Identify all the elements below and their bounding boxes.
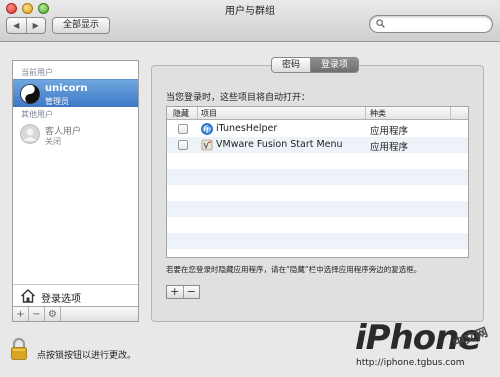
empty-row — [167, 185, 468, 201]
window-titlebar: 用户与群组 ◀ ▶ 全部显示 — [0, 0, 500, 42]
user-role: 管理员 — [45, 97, 69, 106]
hide-checkbox[interactable] — [178, 140, 188, 150]
column-kind[interactable]: 种类 — [370, 108, 386, 119]
hide-instructions: 若要在您登录时隐藏应用程序，请在“隐藏”栏中选择应用程序旁边的复选框。 — [166, 265, 422, 274]
forward-button[interactable]: ▶ — [25, 18, 46, 33]
gear-icon[interactable]: ⚙ — [45, 307, 61, 321]
lock-label: 点按锁按钮以进行更改。 — [37, 351, 137, 361]
column-item[interactable]: 项目 — [201, 108, 217, 119]
item-add-remove-group: + − — [166, 285, 200, 299]
remove-login-item-button[interactable]: − — [182, 286, 200, 298]
login-items-panel: 当您登录时，这些项目将自动打开： 隐藏 项目 种类 iTunesHelper 应… — [151, 65, 484, 322]
show-all-button[interactable]: 全部显示 — [52, 17, 110, 34]
tab-bar: 密码 登录项 — [271, 57, 360, 73]
column-divider — [365, 107, 366, 120]
user-name: unicorn — [45, 83, 88, 94]
house-icon — [21, 289, 35, 303]
login-options-item[interactable]: 登录选项 — [13, 284, 138, 306]
other-users-header: 其他用户 — [21, 110, 53, 119]
login-options-label: 登录选项 — [41, 294, 81, 305]
users-sidebar: 当前用户 unicorn 管理员 其他用户 客人用户 关闭 登录选项 + − ⚙ — [12, 60, 139, 322]
itunes-helper-icon — [201, 123, 213, 135]
empty-row — [167, 201, 468, 217]
login-items-table: 隐藏 项目 种类 iTunesHelper 应用程序 VMware Fusion… — [166, 106, 469, 258]
current-users-header: 当前用户 — [21, 68, 53, 77]
watermark-url: http://iphone.tgbus.com — [356, 358, 465, 368]
add-login-item-button[interactable]: + — [167, 286, 183, 298]
nav-buttons: ◀ ▶ — [6, 17, 46, 34]
empty-row — [167, 153, 468, 169]
column-divider — [197, 107, 198, 120]
vmware-icon — [201, 139, 213, 151]
guest-avatar-icon — [20, 124, 40, 144]
tab-login-items[interactable]: 登录项 — [310, 58, 359, 72]
search-field[interactable] — [369, 15, 493, 33]
table-header: 隐藏 项目 种类 — [167, 107, 468, 120]
user-row-unicorn[interactable]: unicorn 管理员 — [13, 79, 138, 107]
lock-icon[interactable] — [10, 337, 28, 361]
user-row-guest[interactable]: 客人用户 关闭 — [13, 120, 138, 148]
remove-user-button[interactable]: − — [29, 307, 45, 321]
item-name: iTunesHelper — [216, 123, 278, 134]
sidebar-toolbar: + − ⚙ — [13, 306, 138, 321]
back-button[interactable]: ◀ — [7, 18, 26, 33]
guest-user-status: 关闭 — [45, 137, 61, 146]
item-name: VMware Fusion Start Menu — [216, 139, 343, 150]
login-items-heading: 当您登录时，这些项目将自动打开： — [166, 93, 311, 103]
item-kind: 应用程序 — [370, 126, 409, 137]
table-row[interactable]: iTunesHelper 应用程序 — [167, 121, 468, 137]
empty-row — [167, 217, 468, 233]
add-user-button[interactable]: + — [13, 307, 29, 321]
empty-row — [167, 233, 468, 249]
empty-row — [167, 169, 468, 185]
table-row[interactable]: VMware Fusion Start Menu 应用程序 — [167, 137, 468, 153]
column-divider — [450, 107, 451, 120]
column-hide[interactable]: 隐藏 — [173, 108, 189, 119]
search-icon — [376, 19, 385, 28]
yin-yang-avatar-icon — [20, 84, 40, 104]
tab-password[interactable]: 密码 — [272, 58, 311, 72]
hide-checkbox[interactable] — [178, 124, 188, 134]
item-kind: 应用程序 — [370, 142, 409, 153]
